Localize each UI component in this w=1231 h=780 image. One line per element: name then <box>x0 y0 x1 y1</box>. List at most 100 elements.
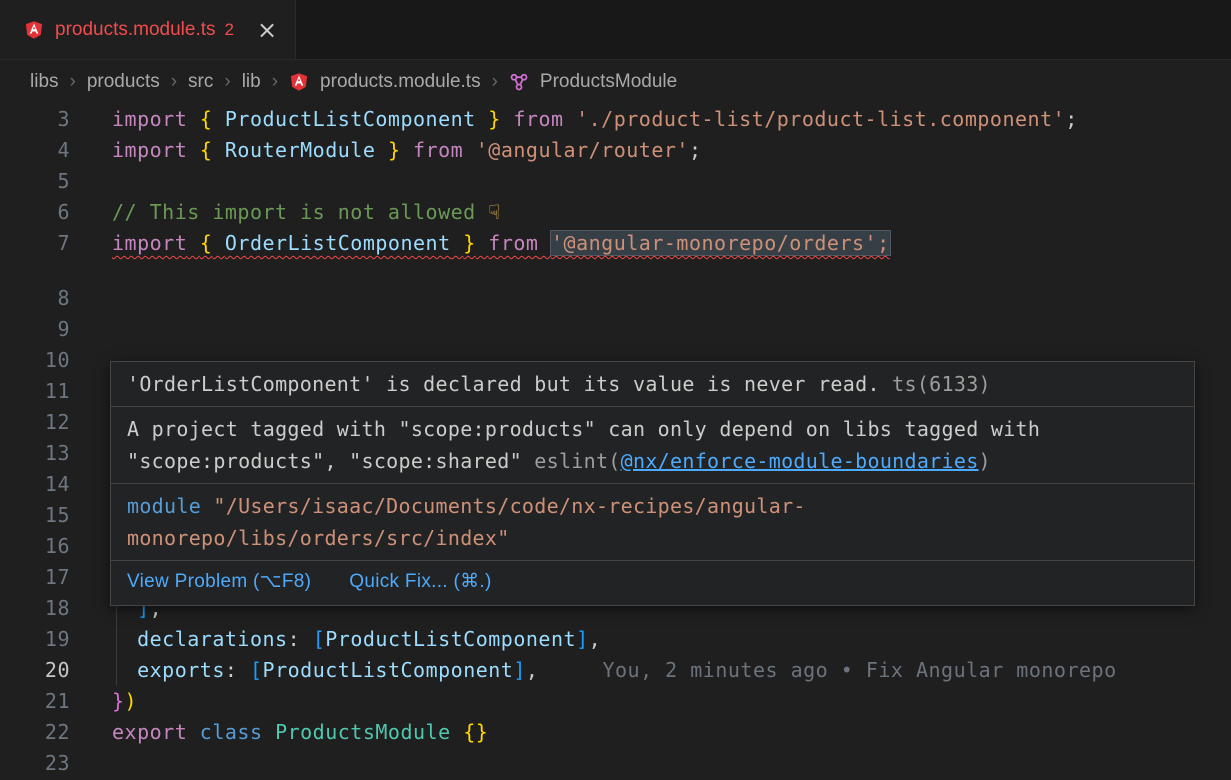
line-number: 15 <box>0 500 70 531</box>
code-token <box>538 231 551 255</box>
line-content[interactable]: import { ProductListComponent } from './… <box>112 104 1078 135</box>
code-token: ☟ <box>488 200 501 224</box>
quick-fix-button[interactable]: Quick Fix... (⌘.) <box>349 567 491 597</box>
line-number: 23 <box>0 748 70 779</box>
breadcrumb-item-libs[interactable]: libs <box>30 71 59 93</box>
code-token: RouterModule <box>225 138 376 162</box>
line-content[interactable]: exports: [ProductListComponent],You, 2 m… <box>112 655 1117 686</box>
code-token: OrderListComponent <box>225 231 451 255</box>
line-number: 8 <box>0 283 70 314</box>
code-line[interactable]: 5 <box>0 166 1231 197</box>
line-number: 9 <box>0 314 70 345</box>
chevron-right-icon: › <box>171 71 177 93</box>
ts-error-message: 'OrderListComponent' is declared but its… <box>127 372 880 396</box>
code-token: ProductListComponent <box>263 658 514 682</box>
code-token: } <box>463 231 476 255</box>
code-line[interactable]: 7 import { OrderListComponent } from '@an… <box>0 228 1231 259</box>
code-token <box>212 107 225 131</box>
tab-products-module[interactable]: products.module.ts 2 × <box>0 0 296 59</box>
code-token <box>187 138 200 162</box>
hover-module-path: module "/Users/isaac/Documents/code/nx-r… <box>111 484 1194 561</box>
code-line[interactable]: 23 <box>0 748 1231 779</box>
eslint-rule-link[interactable]: @nx/enforce-module-boundaries <box>621 449 979 473</box>
line-content[interactable]: import { RouterModule } from '@angular/r… <box>112 135 702 166</box>
code-token: declarations <box>137 627 288 651</box>
line-number: 20 <box>0 655 70 686</box>
chevron-right-icon: › <box>272 71 278 93</box>
line-number: 22 <box>0 717 70 748</box>
code-token: [ <box>250 658 263 682</box>
code-token: { <box>200 107 213 131</box>
tab-bar: products.module.ts 2 × <box>0 0 1231 60</box>
code-token: { <box>200 138 213 162</box>
code-token <box>187 720 200 744</box>
breadcrumb-item-src[interactable]: src <box>188 71 213 93</box>
indent-guide <box>116 655 117 686</box>
tab-error-count: 2 <box>225 20 234 40</box>
code-token <box>451 231 464 255</box>
hover-actions: View Problem (⌥F8) Quick Fix... (⌘.) <box>111 561 1194 605</box>
breadcrumb-item-file[interactable]: products.module.ts <box>320 71 481 93</box>
code-token: '@angular/router' <box>476 138 689 162</box>
line-number: 7 <box>0 228 70 259</box>
code-token: ProductListComponent <box>225 107 476 131</box>
code-line[interactable]: 22 export class ProductsModule {} <box>0 717 1231 748</box>
code-line[interactable]: 6// This import is not allowed ☟ <box>0 197 1231 228</box>
code-line[interactable]: 21}) <box>0 686 1231 717</box>
error-hover-widget: 'OrderListComponent' is declared but its… <box>110 361 1195 606</box>
line-spacer <box>0 259 1231 283</box>
module-symbol-icon <box>509 72 529 92</box>
line-number: 13 <box>0 438 70 469</box>
line-content[interactable]: export class ProductsModule {} <box>112 717 488 748</box>
line-content[interactable]: import { OrderListComponent } from '@ang… <box>112 228 890 259</box>
code-line[interactable]: 8 <box>0 283 1231 314</box>
line-number: 14 <box>0 469 70 500</box>
chevron-right-icon: › <box>492 71 498 93</box>
line-number: 3 <box>0 104 70 135</box>
code-token: ] <box>576 627 589 651</box>
breadcrumb-item-products[interactable]: products <box>87 71 160 93</box>
code-token <box>375 138 388 162</box>
code-token: import <box>112 107 187 131</box>
breadcrumb: libs › products › src › lib › products.m… <box>0 60 1231 103</box>
line-number: 21 <box>0 686 70 717</box>
code-token <box>212 231 225 255</box>
line-content[interactable]: // This import is not allowed ☟ <box>112 197 501 228</box>
module-path-line2: monorepo/libs/orders/src/index" <box>127 526 510 550</box>
code-token: ProductListComponent <box>325 627 576 651</box>
code-line[interactable]: 20 exports: [ProductListComponent],You, … <box>0 655 1231 686</box>
code-token <box>463 138 476 162</box>
code-token: from <box>413 138 463 162</box>
view-problem-button[interactable]: View Problem (⌥F8) <box>127 567 311 597</box>
code-token <box>187 107 200 131</box>
code-token <box>476 107 489 131</box>
line-content[interactable]: }) <box>112 686 137 717</box>
breadcrumb-item-lib[interactable]: lib <box>242 71 261 93</box>
code-token: export <box>112 720 187 744</box>
ts-error-code: ts(6133) <box>880 372 991 396</box>
code-token <box>212 138 225 162</box>
code-token: : <box>288 627 313 651</box>
code-token: ; <box>1065 107 1078 131</box>
code-token <box>263 720 276 744</box>
code-token <box>476 231 489 255</box>
code-token <box>187 231 200 255</box>
code-token: ] <box>513 658 526 682</box>
code-token: '@angular-monorepo/orders'; <box>551 231 890 255</box>
code-line[interactable]: 19 declarations: [ProductListComponent], <box>0 624 1231 655</box>
eslint-source-suffix: ) <box>979 449 991 473</box>
angular-icon <box>24 20 44 40</box>
code-line[interactable]: 4import { RouterModule } from '@angular/… <box>0 135 1231 166</box>
tab-title: products.module.ts <box>55 19 216 41</box>
code-line[interactable]: 3 import { ProductListComponent } from '.… <box>0 104 1231 135</box>
angular-icon <box>289 72 309 92</box>
module-keyword: module <box>127 494 201 518</box>
code-editor[interactable]: 3 import { ProductListComponent } from '.… <box>0 103 1231 779</box>
line-content[interactable]: declarations: [ProductListComponent], <box>112 624 601 655</box>
code-token: {} <box>463 720 488 744</box>
hover-ts-error: 'OrderListComponent' is declared but its… <box>111 362 1194 407</box>
code-line[interactable]: 9 <box>0 314 1231 345</box>
breadcrumb-item-symbol[interactable]: ProductsModule <box>540 71 677 93</box>
line-number: 5 <box>0 166 70 197</box>
close-icon[interactable]: × <box>257 18 277 42</box>
